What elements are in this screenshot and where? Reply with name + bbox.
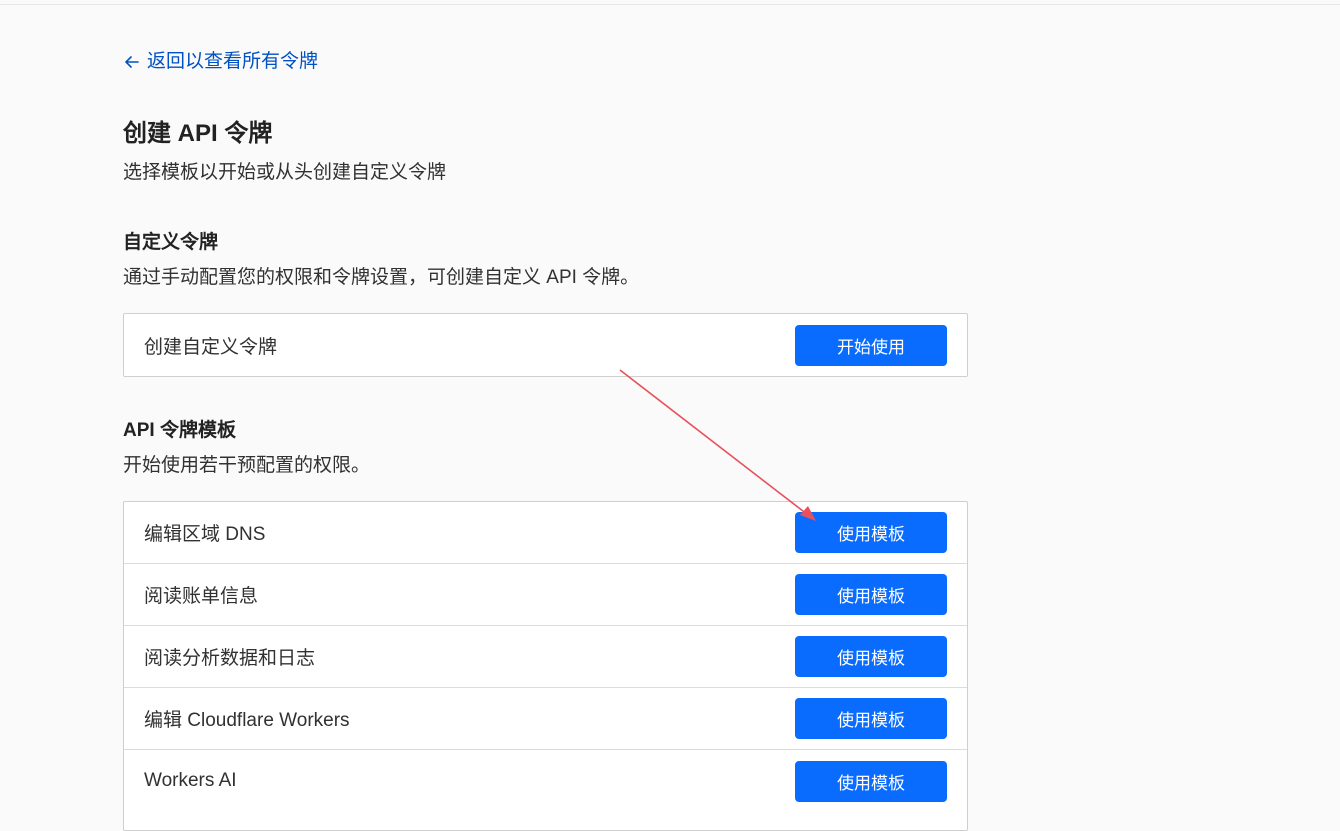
top-divider bbox=[0, 4, 1340, 5]
template-row-workers-ai: Workers AI 使用模板 bbox=[124, 750, 967, 812]
custom-token-section-title: 自定义令牌 bbox=[123, 232, 219, 253]
template-row-label: Workers AI bbox=[144, 770, 237, 791]
templates-section-title: API 令牌模板 bbox=[123, 420, 236, 441]
use-template-button[interactable]: 使用模板 bbox=[795, 698, 947, 739]
use-template-button[interactable]: 使用模板 bbox=[795, 574, 947, 615]
template-row-label: 编辑区域 DNS bbox=[144, 524, 266, 545]
use-template-button[interactable]: 使用模板 bbox=[795, 760, 947, 802]
template-row-label: 阅读分析数据和日志 bbox=[144, 648, 316, 669]
custom-token-row: 创建自定义令牌 开始使用 bbox=[124, 314, 967, 376]
page-subtitle: 选择模板以开始或从头创建自定义令牌 bbox=[123, 162, 447, 183]
templates-section-description: 开始使用若干预配置的权限。 bbox=[123, 455, 371, 476]
template-row-label: 编辑 Cloudflare Workers bbox=[144, 710, 350, 731]
template-row-read-billing: 阅读账单信息 使用模板 bbox=[124, 564, 967, 626]
use-template-button[interactable]: 使用模板 bbox=[795, 512, 947, 553]
custom-token-section-description: 通过手动配置您的权限和令牌设置，可创建自定义 API 令牌。 bbox=[123, 267, 640, 288]
use-template-button[interactable]: 使用模板 bbox=[795, 636, 947, 677]
template-row-read-analytics-logs: 阅读分析数据和日志 使用模板 bbox=[124, 626, 967, 688]
templates-card: 编辑区域 DNS 使用模板 阅读账单信息 使用模板 阅读分析数据和日志 使用模板… bbox=[123, 501, 968, 831]
template-row-edit-cloudflare-workers: 编辑 Cloudflare Workers 使用模板 bbox=[124, 688, 967, 750]
template-row-edit-zone-dns: 编辑区域 DNS 使用模板 bbox=[124, 502, 967, 564]
custom-token-card: 创建自定义令牌 开始使用 bbox=[123, 313, 968, 377]
template-row-label: 阅读账单信息 bbox=[144, 586, 259, 607]
arrow-left-icon bbox=[125, 56, 139, 68]
page-title: 创建 API 令牌 bbox=[123, 120, 273, 147]
back-to-tokens-link[interactable]: 返回以查看所有令牌 bbox=[123, 49, 318, 75]
get-started-button[interactable]: 开始使用 bbox=[795, 324, 947, 366]
back-link-label: 返回以查看所有令牌 bbox=[147, 51, 319, 72]
custom-token-row-label: 创建自定义令牌 bbox=[144, 336, 278, 358]
